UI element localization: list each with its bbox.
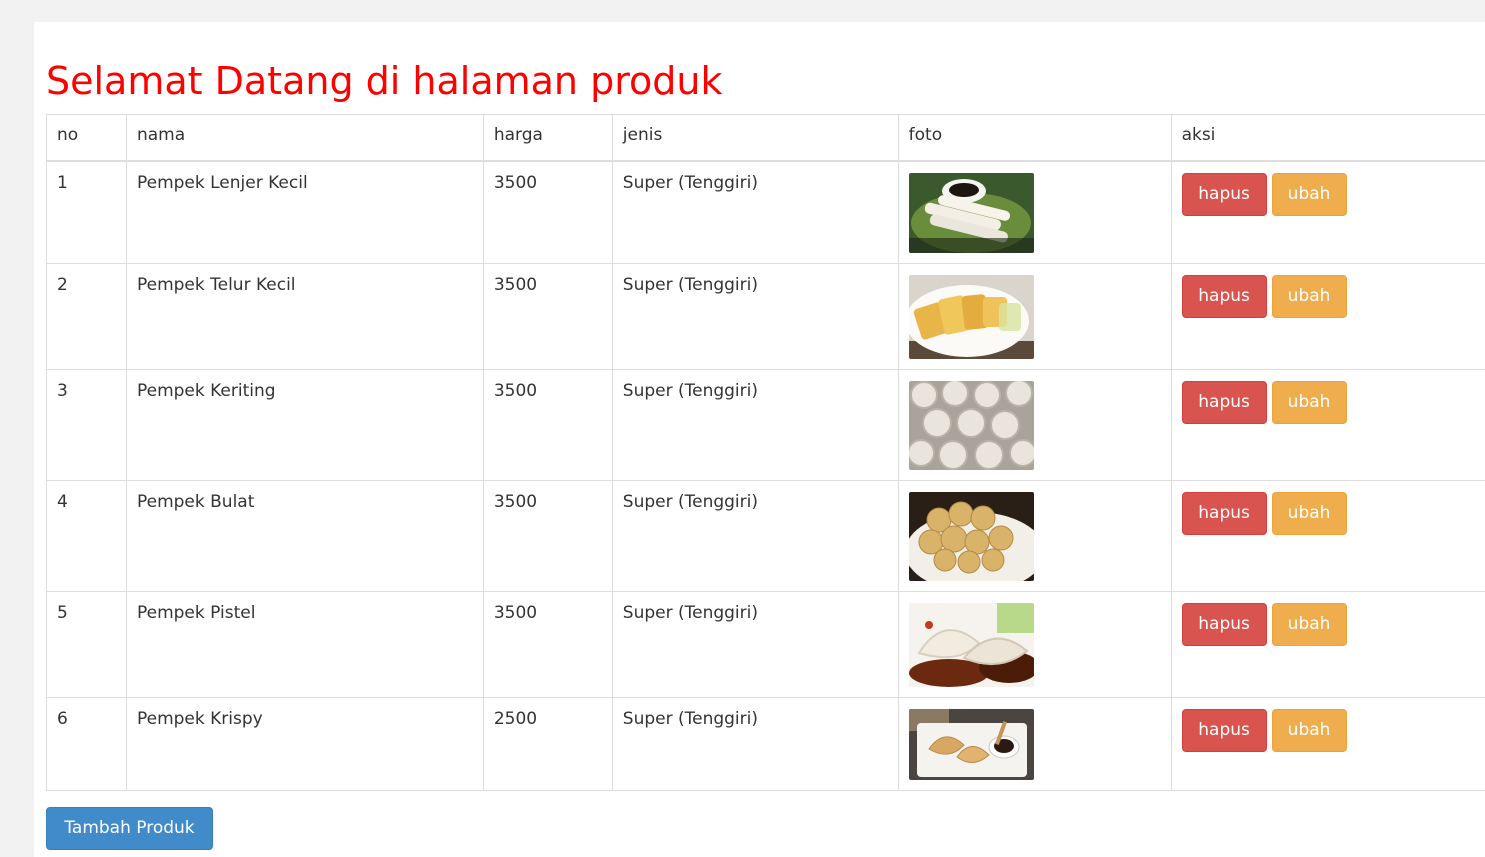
cell-nama: Pempek Telur Kecil — [125, 263, 484, 370]
cell-foto — [897, 697, 1172, 791]
pempek-telur-photo — [908, 275, 1034, 359]
table-row: 1 Pempek Lenjer Kecil 3500 Super (Tenggi… — [46, 160, 1485, 264]
header-nama: nama — [125, 114, 484, 162]
header-foto: foto — [897, 114, 1172, 162]
pempek-lenjer-photo — [908, 173, 1034, 253]
table-row: 3 Pempek Keriting 3500 Super (Tenggiri) — [46, 369, 1485, 481]
cell-jenis: Super (Tenggiri) — [611, 591, 899, 698]
cell-harga: 3500 — [482, 591, 613, 698]
cell-nama: Pempek Keriting — [125, 369, 484, 481]
cell-harga: 3500 — [482, 369, 613, 481]
content-panel: Selamat Datang di halaman produk no nama… — [34, 22, 1485, 857]
hapus-button[interactable]: hapus — [1181, 275, 1267, 318]
ubah-button[interactable]: ubah — [1271, 381, 1347, 424]
hapus-button[interactable]: hapus — [1181, 173, 1267, 216]
cell-no: 1 — [46, 160, 127, 264]
cell-harga: 2500 — [482, 697, 613, 791]
cell-jenis: Super (Tenggiri) — [611, 369, 899, 481]
hapus-button[interactable]: hapus — [1181, 492, 1267, 535]
pempek-bulat-photo — [908, 492, 1034, 581]
header-aksi: aksi — [1170, 114, 1485, 162]
header-no: no — [46, 114, 127, 162]
cell-jenis: Super (Tenggiri) — [611, 480, 899, 592]
cell-foto — [897, 160, 1172, 264]
table-row: 5 Pempek Pistel 3500 Super (Tenggiri) ha… — [46, 591, 1485, 698]
product-table: no nama harga jenis foto aksi 1 Pempek L… — [46, 114, 1485, 791]
cell-no: 4 — [46, 480, 127, 592]
cell-foto — [897, 369, 1172, 481]
cell-jenis: Super (Tenggiri) — [611, 160, 899, 264]
cell-aksi: hapus ubah — [1170, 591, 1485, 698]
table-row: 6 Pempek Krispy 2500 Super (Tenggiri) ha… — [46, 697, 1485, 791]
page-title: Selamat Datang di halaman produk — [46, 59, 723, 103]
hapus-button[interactable]: hapus — [1181, 709, 1267, 752]
cell-foto — [897, 480, 1172, 592]
pempek-keriting-photo — [908, 381, 1034, 470]
cell-no: 5 — [46, 591, 127, 698]
cell-jenis: Super (Tenggiri) — [611, 697, 899, 791]
cell-aksi: hapus ubah — [1170, 160, 1485, 264]
cell-aksi: hapus ubah — [1170, 480, 1485, 592]
cell-harga: 3500 — [482, 480, 613, 592]
table-header-row: no nama harga jenis foto aksi — [46, 114, 1485, 162]
cell-nama: Pempek Bulat — [125, 480, 484, 592]
cell-aksi: hapus ubah — [1170, 263, 1485, 370]
cell-jenis: Super (Tenggiri) — [611, 263, 899, 370]
tambah-produk-button[interactable]: Tambah Produk — [46, 807, 213, 850]
ubah-button[interactable]: ubah — [1271, 275, 1347, 318]
cell-nama: Pempek Krispy — [125, 697, 484, 791]
header-harga: harga — [482, 114, 613, 162]
cell-aksi: hapus ubah — [1170, 697, 1485, 791]
ubah-button[interactable]: ubah — [1271, 709, 1347, 752]
cell-no: 6 — [46, 697, 127, 791]
pempek-krispy-photo — [908, 709, 1034, 780]
cell-aksi: hapus ubah — [1170, 369, 1485, 481]
table-row: 2 Pempek Telur Kecil 3500 Super (Tenggir… — [46, 263, 1485, 370]
cell-foto — [897, 263, 1172, 370]
table-row: 4 Pempek Bulat 3500 Super (Tenggiri) hap… — [46, 480, 1485, 592]
ubah-button[interactable]: ubah — [1271, 492, 1347, 535]
cell-foto — [897, 591, 1172, 698]
header-jenis: jenis — [611, 114, 899, 162]
cell-harga: 3500 — [482, 263, 613, 370]
ubah-button[interactable]: ubah — [1271, 603, 1347, 646]
cell-nama: Pempek Lenjer Kecil — [125, 160, 484, 264]
cell-harga: 3500 — [482, 160, 613, 264]
ubah-button[interactable]: ubah — [1271, 173, 1347, 216]
hapus-button[interactable]: hapus — [1181, 381, 1267, 424]
cell-no: 3 — [46, 369, 127, 481]
cell-nama: Pempek Pistel — [125, 591, 484, 698]
hapus-button[interactable]: hapus — [1181, 603, 1267, 646]
cell-no: 2 — [46, 263, 127, 370]
pempek-pistel-photo — [908, 603, 1034, 687]
